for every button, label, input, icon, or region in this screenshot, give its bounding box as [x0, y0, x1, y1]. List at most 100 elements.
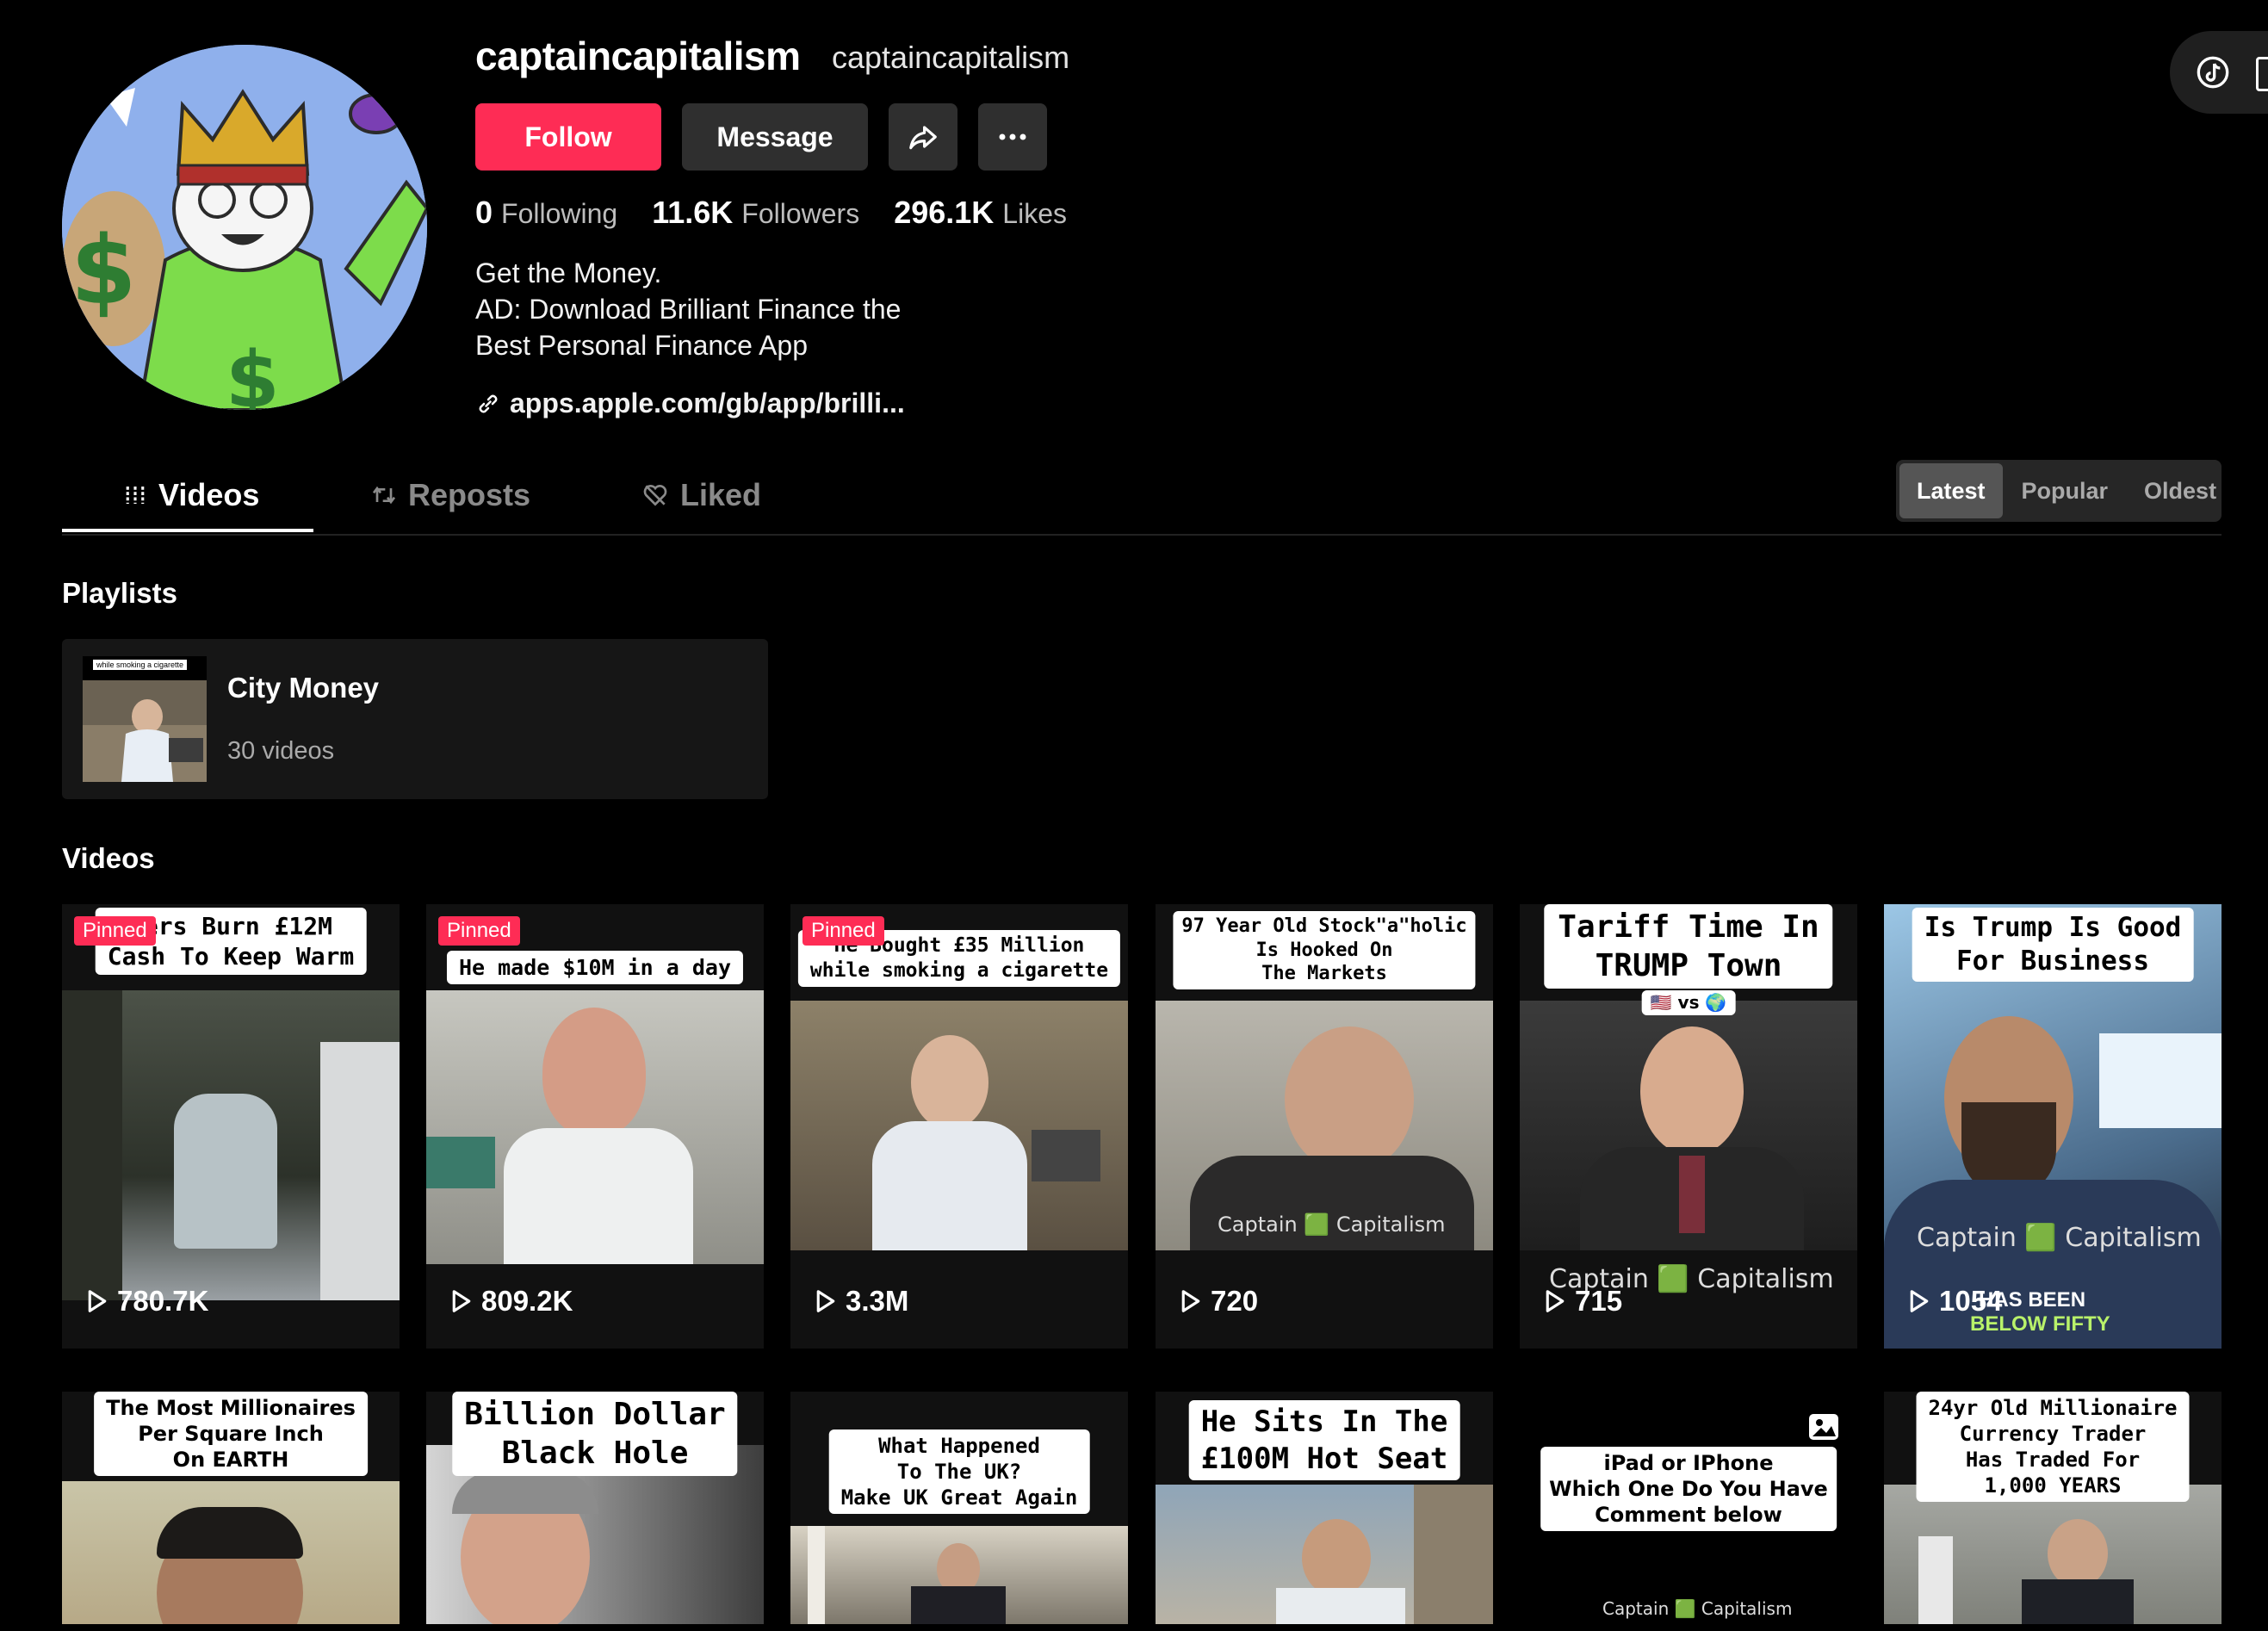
floating-app-pill[interactable]	[2170, 31, 2268, 114]
liked-hidden-icon	[643, 485, 667, 506]
playlist-name: City Money	[227, 672, 380, 704]
playlist-card[interactable]: while smoking a cigarette City Money 30 …	[62, 639, 768, 799]
caption-line: The Markets	[1261, 963, 1387, 984]
caption-line: Make UK Great Again	[840, 1485, 1078, 1510]
caption-line: Cash To Keep Warm	[107, 942, 355, 971]
video-card[interactable]: Is Trump Is Good For Business Captain 🟩 …	[1884, 904, 2222, 1349]
caption-line: What Happened	[878, 1434, 1040, 1458]
view-count-value: 720	[1211, 1285, 1259, 1317]
pinned-badge: Pinned	[802, 916, 884, 946]
video-thumbnail	[1520, 1001, 1857, 1250]
followers-stat[interactable]: 11.6K Followers	[652, 195, 859, 231]
video-caption: 97 Year Old Stock"a"holic Is Hooked On T…	[1173, 911, 1476, 989]
sort-popular[interactable]: Popular	[2005, 463, 2126, 518]
tab-videos[interactable]: Videos	[122, 477, 259, 513]
video-card[interactable]: Pinned He Bought £35 Million while smoki…	[790, 904, 1128, 1349]
caption-line: Billion Dollar	[464, 1397, 726, 1432]
video-card[interactable]: Tariff Time In TRUMP Town 🇺🇸 vs 🌍 Captai…	[1520, 904, 1857, 1349]
message-button[interactable]: Message	[682, 103, 868, 171]
caption-line: Has Traded For	[1965, 1448, 2141, 1472]
tab-label: Liked	[680, 477, 762, 512]
followers-label: Followers	[741, 198, 860, 229]
play-icon	[1910, 1290, 1929, 1312]
playlist-thumbnail-image	[83, 656, 207, 782]
tab-reposts[interactable]: Reposts	[370, 477, 530, 513]
sort-latest[interactable]: Latest	[1899, 463, 2003, 518]
followers-count: 11.6K	[652, 195, 734, 230]
share-button[interactable]	[889, 103, 957, 171]
view-count: 780.7K	[86, 1285, 208, 1318]
play-icon	[1181, 1290, 1200, 1312]
likes-count: 296.1K	[894, 195, 995, 230]
view-count: 3.3M	[815, 1285, 908, 1318]
view-count-value: 3.3M	[846, 1285, 909, 1317]
caption-line: iPad or IPhone	[1603, 1451, 1774, 1475]
video-caption: What Happened To The UK? Make UK Great A…	[828, 1429, 1090, 1514]
follow-button[interactable]: Follow	[475, 103, 661, 171]
video-caption: The Most Millionaires Per Square Inch On…	[94, 1392, 368, 1476]
video-subcaption: 🇺🇸 vs 🌍	[1641, 990, 1736, 1015]
tab-label: Videos	[158, 477, 260, 512]
video-card[interactable]: He Sits In The £100M Hot Seat	[1156, 1392, 1493, 1624]
sort-oldest[interactable]: Oldest	[2127, 463, 2234, 518]
video-card[interactable]: 24yr Old Millionaire Currency Trader Has…	[1884, 1392, 2222, 1624]
link-icon	[479, 394, 498, 412]
caption-line: He made $10M in a day	[458, 955, 732, 980]
video-card[interactable]: What Happened To The UK? Make UK Great A…	[790, 1392, 1128, 1624]
caption-line: TRUMP Town	[1595, 948, 1782, 983]
caption-line: Currency Trader	[1959, 1422, 2147, 1446]
profile-avatar[interactable]: $ $	[62, 45, 427, 410]
caption-line: Is Hooked On	[1255, 939, 1393, 961]
play-icon	[452, 1290, 471, 1312]
video-card[interactable]: The Most Millionaires Per Square Inch On…	[62, 1392, 400, 1624]
profile-username: captaincapitalism	[475, 34, 801, 78]
playlist-count: 30 videos	[227, 737, 335, 765]
bio-line: Best Personal Finance App	[475, 330, 809, 361]
tiktok-icon	[2197, 56, 2229, 89]
likes-label: Likes	[1002, 198, 1067, 229]
share-icon	[909, 126, 937, 150]
video-thumbnail	[426, 990, 764, 1264]
following-stat[interactable]: 0 Following	[475, 195, 617, 231]
video-card[interactable]: Pinned kers Burn £12M Cash To Keep Warm …	[62, 904, 400, 1349]
caption-line: Is Trump Is Good	[1924, 912, 2182, 943]
videos-heading: Videos	[62, 842, 155, 874]
playlists-heading: Playlists	[62, 577, 177, 609]
caption-line: 1,000 YEARS	[1984, 1473, 2122, 1498]
caption-line: £100M Hot Seat	[1200, 1441, 1448, 1476]
profile-stats: 0 Following 11.6K Followers 296.1K Likes	[475, 195, 1067, 231]
view-count: 715	[1544, 1285, 1622, 1318]
video-caption: iPad or IPhone Which One Do You Have Com…	[1540, 1447, 1837, 1531]
profile-link-text: apps.apple.com/gb/app/brilli...	[510, 388, 905, 419]
caption-line: On EARTH	[172, 1448, 289, 1472]
video-card[interactable]: 97 Year Old Stock"a"holic Is Hooked On T…	[1156, 904, 1493, 1349]
playlist-thumbnail: while smoking a cigarette	[83, 656, 207, 782]
video-caption: He made $10M in a day	[446, 951, 744, 985]
caption-line: while smoking a cigarette	[809, 958, 1109, 982]
avatar-illustration: $ $	[62, 45, 427, 410]
pinned-badge: Pinned	[74, 916, 156, 946]
more-options-button[interactable]	[978, 103, 1047, 171]
video-card[interactable]: Billion Dollar Black Hole	[426, 1392, 764, 1624]
caption-line: Per Square Inch	[138, 1422, 324, 1446]
video-card[interactable]: Pinned He made $10M in a day 809.2K	[426, 904, 764, 1349]
more-icon	[999, 133, 1026, 140]
tab-liked[interactable]: Liked	[641, 477, 761, 513]
video-caption: He Sits In The £100M Hot Seat	[1188, 1400, 1460, 1480]
video-card[interactable]: iPad or IPhone Which One Do You Have Com…	[1520, 1392, 1857, 1624]
caption-line: Tariff Time In	[1558, 909, 1819, 945]
caption-line: He Sits In The	[1200, 1405, 1448, 1439]
bio-line: AD: Download Brilliant Finance the	[475, 294, 902, 325]
caption-line: 97 Year Old Stock"a"holic	[1181, 915, 1467, 937]
profile-bio: Get the Money. AD: Download Brilliant Fi…	[475, 255, 901, 363]
video-caption: Billion Dollar Black Hole	[452, 1392, 738, 1476]
play-icon	[88, 1290, 107, 1312]
profile-link[interactable]: apps.apple.com/gb/app/brilli...	[475, 388, 905, 419]
video-thumbnail	[790, 1001, 1128, 1250]
view-count-value: 809.2K	[481, 1285, 573, 1317]
video-overlay-text: HAS BEEN BELOW FIFTY	[1970, 1288, 2110, 1336]
grid-icon	[126, 487, 145, 504]
overlay-line: HAS BEEN	[1979, 1288, 2086, 1312]
caption-line: To The UK?	[896, 1460, 1022, 1484]
overlay-line: BELOW FIFTY	[1970, 1312, 2110, 1336]
